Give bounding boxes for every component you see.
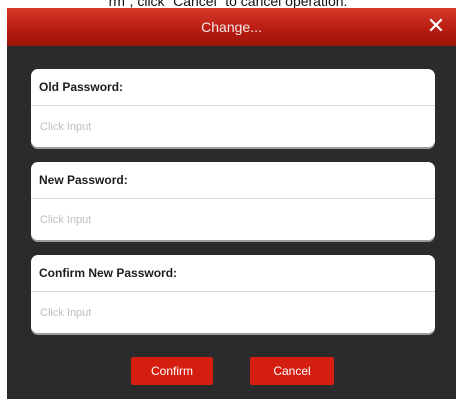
cancel-button[interactable]: Cancel xyxy=(250,357,334,385)
old-password-card: Old Password: xyxy=(31,69,435,147)
confirm-password-field[interactable] xyxy=(31,292,435,333)
change-password-dialog: Change... ✕ Old Password: New Password: … xyxy=(7,8,456,399)
dialog-titlebar: Change... ✕ xyxy=(7,8,456,46)
confirm-button[interactable]: Confirm xyxy=(131,357,213,385)
confirm-password-card: Confirm New Password: xyxy=(31,255,435,333)
old-password-field[interactable] xyxy=(31,106,435,147)
close-icon[interactable]: ✕ xyxy=(424,15,448,39)
new-password-label: New Password: xyxy=(31,162,435,199)
confirm-password-label: Confirm New Password: xyxy=(31,255,435,292)
instruction-caption: rm”, click “Cancel” to cancel operation. xyxy=(108,0,348,8)
new-password-field[interactable] xyxy=(31,199,435,240)
dialog-title: Change... xyxy=(201,19,262,35)
new-password-card: New Password: xyxy=(31,162,435,240)
old-password-label: Old Password: xyxy=(31,69,435,106)
